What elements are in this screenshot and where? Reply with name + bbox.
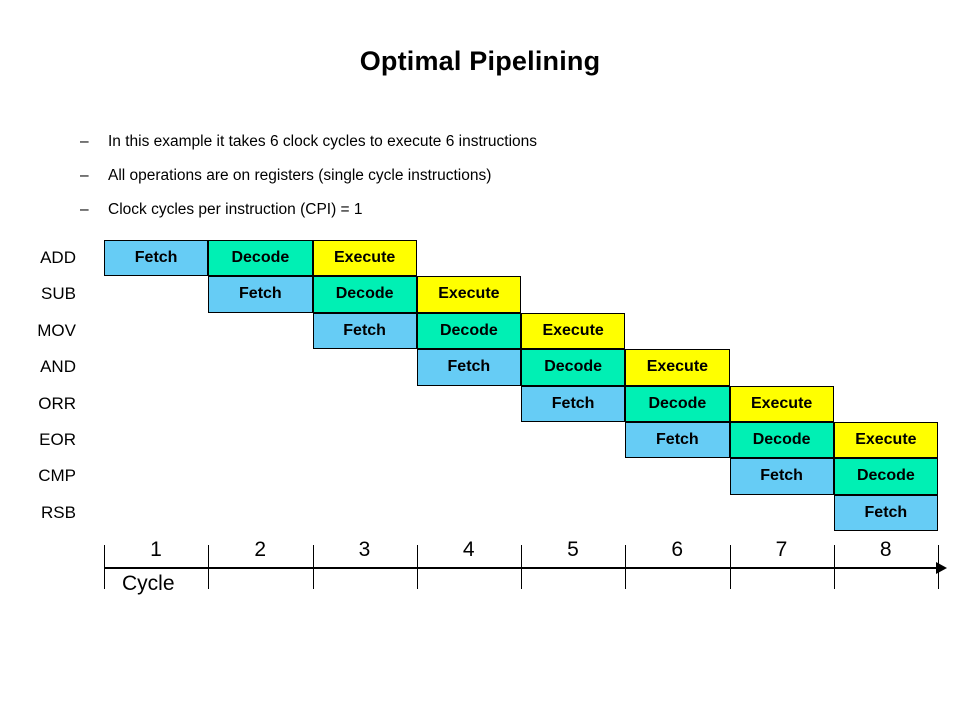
pipeline-row-add: Fetch Decode Execute bbox=[104, 240, 938, 277]
pipeline-row-orr: Fetch Decode Execute bbox=[104, 385, 938, 422]
stage-cell-add-execute: Execute bbox=[312, 240, 417, 277]
bullet-text: In this example it takes 6 clock cycles … bbox=[108, 133, 538, 150]
stage-cell-eor-execute: Execute bbox=[833, 422, 938, 459]
axis-label-cycle: Cycle bbox=[122, 572, 175, 595]
stage-cell-and-fetch: Fetch bbox=[416, 349, 521, 386]
stage-cell-sub-execute: Execute bbox=[416, 276, 521, 313]
stage-cell-eor-fetch: Fetch bbox=[625, 422, 730, 459]
bullet-dash-icon: – bbox=[80, 167, 89, 184]
bullet-text: Clock cycles per instruction (CPI) = 1 bbox=[108, 201, 363, 218]
pipeline-row-and: Fetch Decode Execute bbox=[104, 349, 938, 386]
bullet-item: – Clock cycles per instruction (CPI) = 1 bbox=[80, 201, 840, 235]
stage-cell-eor-decode: Decode bbox=[729, 422, 834, 459]
cycle-number-7: 7 bbox=[775, 538, 788, 561]
pipeline-row-mov: Fetch Decode Execute bbox=[104, 312, 938, 350]
cycle-number-6: 6 bbox=[671, 538, 684, 561]
stage-cell-and-decode: Decode bbox=[521, 349, 626, 386]
stage-cell-orr-fetch: Fetch bbox=[521, 385, 626, 422]
cycle-axis: Cycle 1 2 3 4 5 6 7 8 bbox=[104, 538, 950, 608]
bullet-item: – In this example it takes 6 clock cycles… bbox=[80, 133, 840, 167]
slide-canvas: Optimal Pipelining – In this example it t… bbox=[0, 0, 960, 720]
axis-tick bbox=[938, 545, 939, 589]
pipeline-row-sub: Fetch Decode Execute bbox=[104, 276, 938, 313]
stage-cell-mov-execute: Execute bbox=[521, 312, 626, 350]
stage-cell-orr-decode: Decode bbox=[625, 385, 730, 422]
bullet-dash-icon: – bbox=[80, 133, 89, 150]
instruction-label-rsb: RSB bbox=[41, 502, 76, 522]
stage-cell-mov-fetch: Fetch bbox=[312, 312, 417, 350]
stage-cell-rsb-fetch: Fetch bbox=[833, 494, 938, 532]
instruction-label-orr: ORR bbox=[38, 393, 76, 413]
stage-cell-add-decode: Decode bbox=[208, 240, 313, 277]
pipeline-row-eor: Fetch Decode Execute bbox=[104, 422, 938, 459]
cycle-number-1: 1 bbox=[150, 538, 162, 561]
cycle-number-5: 5 bbox=[567, 538, 579, 561]
stage-cell-mov-decode: Decode bbox=[416, 312, 521, 350]
page-title: Optimal Pipelining bbox=[359, 46, 601, 76]
instruction-label-eor: EOR bbox=[39, 429, 76, 449]
stage-cell-cmp-decode: Decode bbox=[833, 458, 938, 495]
cycle-number-4: 4 bbox=[462, 538, 475, 561]
stage-cell-add-fetch: Fetch bbox=[104, 240, 209, 277]
instruction-label-mov: MOV bbox=[37, 320, 76, 340]
instruction-label-column: ADD SUB MOV AND ORR EOR CMP RSB bbox=[0, 240, 80, 531]
bullet-list: – In this example it takes 6 clock cycles… bbox=[80, 133, 840, 235]
stage-cell-and-execute: Execute bbox=[625, 349, 730, 386]
bullet-text: All operations are on registers (single … bbox=[108, 167, 492, 184]
instruction-label-sub: SUB bbox=[41, 284, 76, 304]
stage-cell-sub-fetch: Fetch bbox=[208, 276, 313, 313]
cycle-number-2: 2 bbox=[254, 538, 267, 561]
cycle-number-8: 8 bbox=[879, 538, 892, 561]
stage-cell-sub-decode: Decode bbox=[312, 276, 417, 313]
instruction-label-cmp: CMP bbox=[38, 466, 76, 486]
pipeline-grid: Fetch Decode Execute Fetch Decode Execute Fetc… bbox=[104, 240, 938, 532]
bullet-dash-icon: – bbox=[80, 201, 89, 218]
cycle-number-3: 3 bbox=[358, 538, 371, 561]
instruction-label-add: ADD bbox=[40, 248, 76, 267]
instruction-label-and: AND bbox=[40, 357, 76, 377]
stage-cell-orr-execute: Execute bbox=[729, 385, 834, 422]
pipeline-row-cmp: Fetch Decode bbox=[104, 458, 938, 495]
pipeline-row-rsb: Fetch bbox=[104, 494, 938, 532]
stage-cell-cmp-fetch: Fetch bbox=[729, 458, 834, 495]
bullet-item: – All operations are on registers (single… bbox=[80, 167, 840, 201]
